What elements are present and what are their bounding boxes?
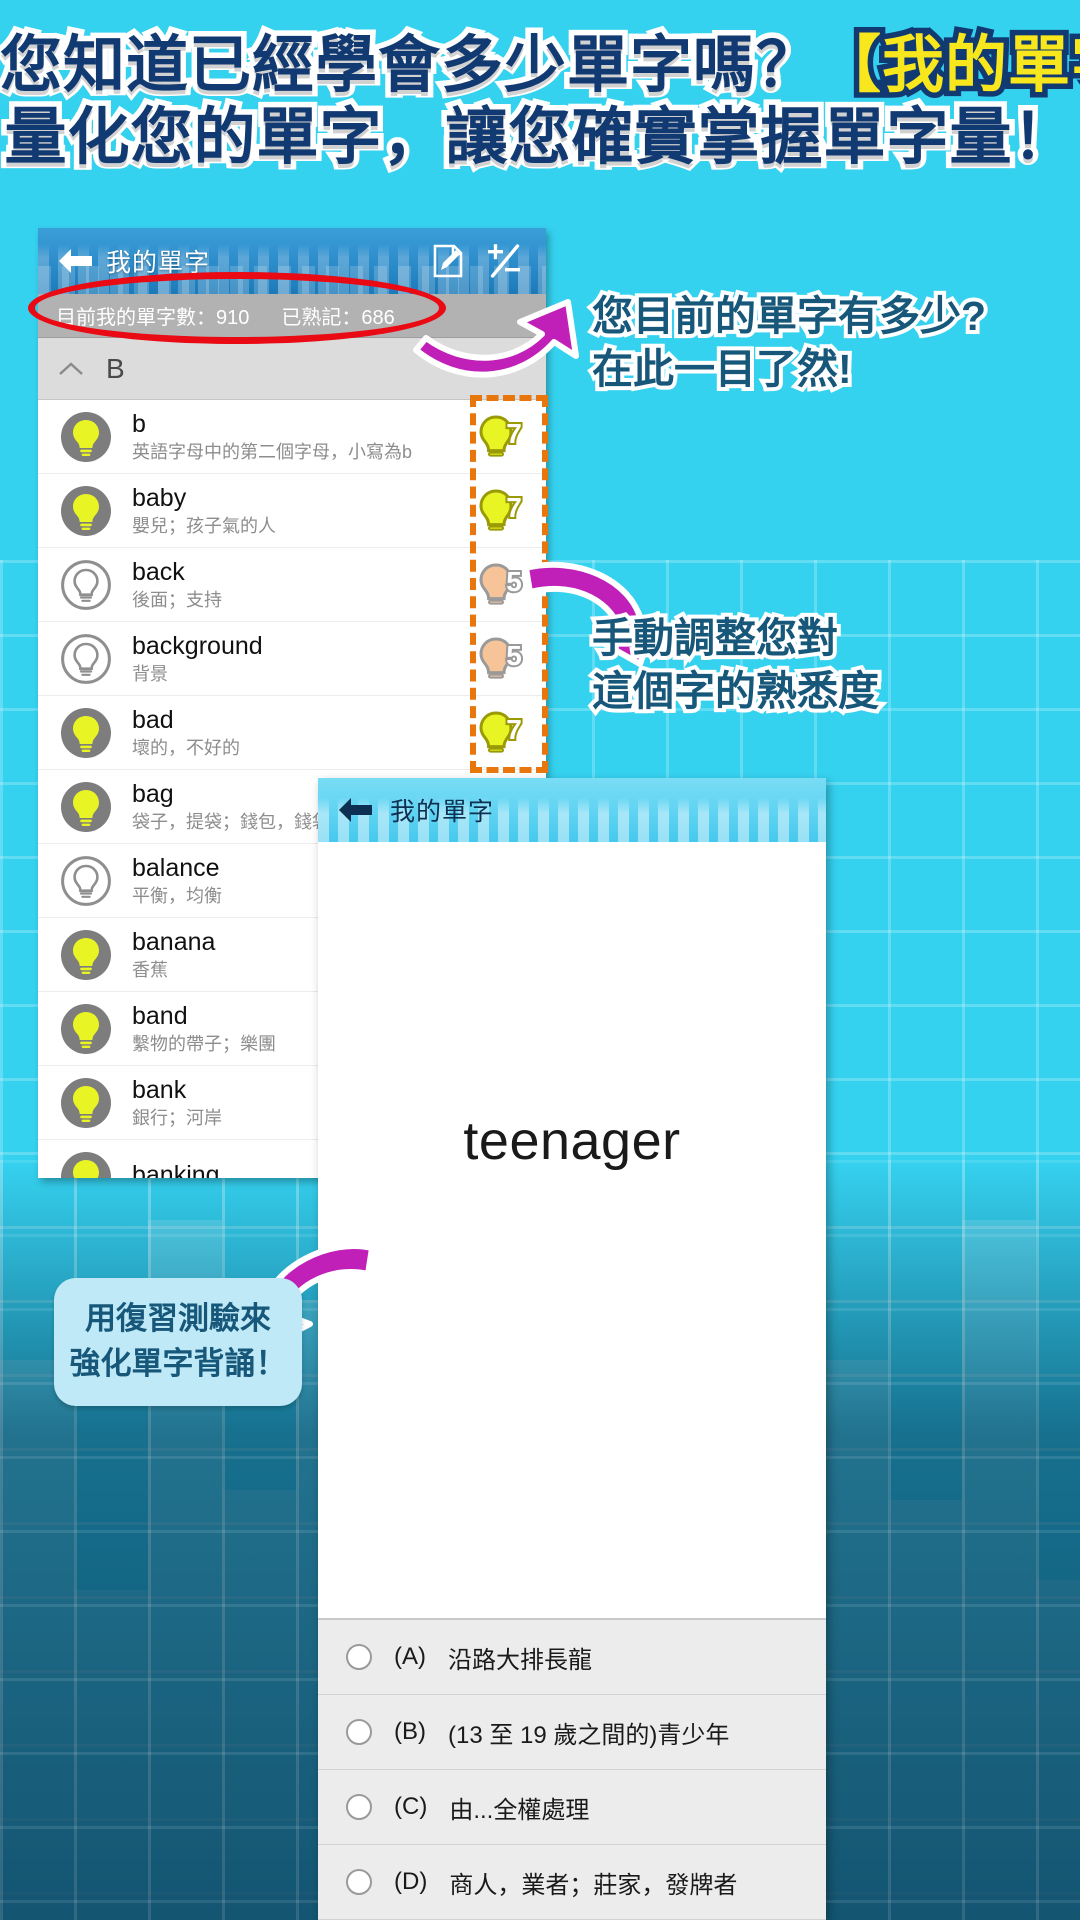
level-badge-7-icon: 7 bbox=[479, 710, 524, 753]
edit-note-icon bbox=[433, 244, 463, 278]
quiz-option-b-text: (13 至 19 歲之間的)青少年 bbox=[448, 1721, 730, 1749]
bulb-outline-icon bbox=[61, 633, 111, 684]
quiz-title: 我的單字 bbox=[390, 798, 495, 826]
bulb-filled-icon bbox=[61, 485, 111, 536]
word-list-item[interactable]: baby 嬰兒；孩子氣的人 7 bbox=[38, 474, 546, 548]
quiz-appbar: 我的單字 bbox=[318, 778, 826, 842]
quiz-screenshot: 我的單字 teenager (A) 沿路大排長龍 (B) (13 至 19 歲之… bbox=[318, 778, 826, 1920]
radio-icon[interactable] bbox=[346, 1869, 372, 1895]
callout-quiz-line-2: 強化單字背誦！ bbox=[69, 1346, 287, 1381]
familiarity-badge[interactable]: 7 bbox=[472, 409, 536, 465]
bulb-filled-icon bbox=[61, 707, 111, 758]
mastered-word-count: 已熟記：686 bbox=[281, 307, 395, 329]
bulb-filled-icon bbox=[61, 781, 111, 832]
bulb-outline-icon bbox=[61, 855, 111, 906]
bulb-filled-icon bbox=[61, 1003, 111, 1054]
radio-icon[interactable] bbox=[346, 1794, 372, 1820]
bulb-filled-icon bbox=[61, 411, 111, 462]
quiz-option-b-key: (B) bbox=[394, 1718, 426, 1745]
promo-headline: 您知道已經學會多少單字嗎？【我的單字】 量化您的單字，讓您確實掌握單字量！ bbox=[0, 26, 1080, 178]
callout-stats-line-2: 在此一目了然! bbox=[588, 342, 856, 396]
callout-stats-line-1: 您目前的單字有多少? bbox=[588, 289, 990, 343]
word-list-item[interactable]: background 背景 5 bbox=[38, 622, 546, 696]
level-number: 7 bbox=[506, 714, 522, 745]
quiz-option-d-text: 商人，業者；莊家，發牌者 bbox=[449, 1871, 738, 1899]
bulb-filled-icon bbox=[61, 1151, 111, 1178]
quiz-question-word: teenager bbox=[463, 1111, 681, 1171]
word-list-item[interactable]: b 英語字母中的第二個字母，小寫為b 7 bbox=[38, 400, 546, 474]
section-letter: B bbox=[106, 352, 125, 384]
back-arrow-icon bbox=[59, 249, 92, 273]
total-word-count: 目前我的單字數：910 bbox=[56, 307, 250, 329]
word-list-title: 我的單字 bbox=[106, 249, 211, 277]
edit-note-button[interactable] bbox=[420, 238, 476, 284]
word-list-item[interactable]: bad 壞的，不好的 7 bbox=[38, 696, 546, 770]
bulb-filled-icon bbox=[61, 1077, 111, 1128]
headline-line-2-text: 量化您的單字，讓您確實掌握單字量！ bbox=[0, 97, 1080, 177]
radio-icon[interactable] bbox=[346, 1644, 372, 1670]
back-arrow-icon bbox=[339, 798, 372, 822]
callout-quiz-bubble: 用復習測驗來 強化單字背誦！ bbox=[54, 1278, 302, 1406]
quiz-option-c-text: 由...全權處理 bbox=[449, 1796, 590, 1824]
quiz-question-area: teenager bbox=[318, 842, 826, 1618]
headline-line-2: 量化您的單字，讓您確實掌握單字量！ bbox=[0, 97, 1080, 177]
callout-stats-text: 您目前的單字有多少? 在此一目了然! bbox=[588, 289, 990, 397]
callout-arrow-stats bbox=[413, 299, 579, 378]
level-badge-7-icon: 7 bbox=[479, 488, 524, 531]
chevron-up-icon bbox=[59, 361, 83, 375]
bulb-filled-icon bbox=[61, 929, 111, 980]
word-list-appbar: 我的單字 bbox=[38, 228, 546, 294]
quiz-option-a-key: (A) bbox=[394, 1643, 426, 1670]
radio-icon[interactable] bbox=[346, 1719, 372, 1745]
headline-line-1-text: 您知道已經學會多少單字嗎？ bbox=[0, 26, 824, 106]
word-list-item[interactable]: back 後面；支持 5 bbox=[38, 548, 546, 622]
callout-level-text: 手動調整您對 這個字的熟悉度 bbox=[588, 611, 883, 719]
quiz-option-d-key: (D) bbox=[394, 1868, 428, 1895]
back-button[interactable] bbox=[52, 241, 98, 281]
level-number: 7 bbox=[506, 418, 522, 449]
quiz-option-b[interactable]: (B) (13 至 19 歲之間的)青少年 bbox=[318, 1695, 826, 1770]
callout-quiz-line-1: 用復習測驗來 bbox=[85, 1301, 271, 1337]
quiz-option-a[interactable]: (A) 沿路大排長龍 bbox=[318, 1620, 826, 1695]
adjust-level-button[interactable] bbox=[476, 238, 532, 284]
callout-level-line-2: 這個字的熟悉度 bbox=[588, 664, 883, 718]
callout-level-line-1: 手動調整您對 bbox=[588, 611, 842, 665]
bulb-outline-icon bbox=[61, 559, 111, 610]
quiz-option-a-text: 沿路大排長龍 bbox=[448, 1646, 592, 1674]
quiz-back-button[interactable] bbox=[332, 790, 378, 830]
level-badge-7-icon: 7 bbox=[479, 414, 524, 457]
level-number: 7 bbox=[506, 492, 522, 523]
headline-line-1: 您知道已經學會多少單字嗎？【我的單字】 bbox=[0, 26, 1080, 106]
familiarity-badge[interactable]: 7 bbox=[472, 705, 536, 761]
quiz-option-c-key: (C) bbox=[394, 1793, 428, 1820]
plus-minus-icon bbox=[488, 244, 520, 278]
quiz-option-c[interactable]: (C) 由...全權處理 bbox=[318, 1770, 826, 1845]
headline-line-1-highlight: 【我的單字】 bbox=[814, 26, 1080, 106]
familiarity-badge[interactable]: 7 bbox=[472, 483, 536, 539]
quiz-options-list: (A) 沿路大排長龍 (B) (13 至 19 歲之間的)青少年 (C) 由..… bbox=[318, 1618, 826, 1920]
quiz-option-d[interactable]: (D) 商人，業者；莊家，發牌者 bbox=[318, 1845, 826, 1920]
